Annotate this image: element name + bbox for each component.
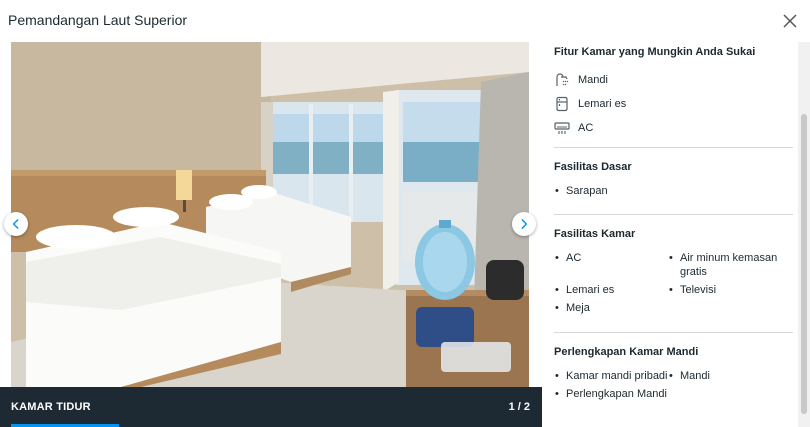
divider bbox=[554, 147, 793, 148]
list-item: Kamar mandi pribadi bbox=[554, 369, 668, 383]
bathroom-amenities-title: Perlengkapan Kamar Mandi bbox=[554, 346, 699, 358]
shower-icon bbox=[556, 73, 569, 86]
next-photo-button[interactable] bbox=[512, 212, 536, 236]
room-detail-modal: Pemandangan Laut Superior KAMAR TIDUR 1 … bbox=[0, 0, 810, 427]
feature-item-fridge: Lemari es bbox=[554, 92, 793, 116]
room-facilities-title: Fasilitas Kamar bbox=[554, 228, 636, 240]
prev-photo-button[interactable] bbox=[4, 212, 28, 236]
list-item: AC bbox=[554, 251, 668, 279]
chevron-right-icon bbox=[521, 219, 528, 229]
features-section: Fitur Kamar yang Mungkin Anda Sukai Mand… bbox=[554, 46, 793, 140]
feature-label: Mandi bbox=[578, 74, 608, 86]
modal-title: Pemandangan Laut Superior bbox=[8, 12, 188, 28]
list-item: Lemari es bbox=[554, 283, 668, 297]
list-item: Meja bbox=[554, 301, 668, 315]
photo-caption-bar: KAMAR TIDUR 1 / 2 bbox=[0, 387, 542, 427]
list-item: Perlengkapan Mandi bbox=[554, 387, 668, 401]
room-facilities-list: AC Air minum kemasan gratis Lemari es Te… bbox=[554, 251, 793, 315]
photo-caption: KAMAR TIDUR bbox=[11, 401, 91, 413]
basic-facilities-list: Sarapan bbox=[554, 184, 793, 198]
basic-facilities-section: Fasilitas Dasar Sarapan bbox=[554, 161, 793, 198]
photo-gallery: KAMAR TIDUR 1 / 2 bbox=[0, 42, 542, 427]
scrollbar-thumb[interactable] bbox=[801, 114, 807, 414]
list-item: Sarapan bbox=[554, 184, 793, 198]
bathroom-amenities-section: Perlengkapan Kamar Mandi Kamar mandi pri… bbox=[554, 346, 793, 401]
features-title: Fitur Kamar yang Mungkin Anda Sukai bbox=[554, 46, 756, 58]
list-item: Mandi bbox=[668, 369, 793, 383]
close-icon[interactable] bbox=[780, 11, 800, 31]
feature-item-ac: AC bbox=[554, 116, 793, 140]
chevron-left-icon bbox=[12, 219, 19, 229]
details-scrollbar[interactable] bbox=[798, 42, 810, 427]
feature-item-shower: Mandi bbox=[554, 68, 793, 92]
list-item: Televisi bbox=[668, 283, 793, 297]
room-facilities-section: Fasilitas Kamar AC Air minum kemasan gra… bbox=[554, 228, 793, 315]
photo-counter: 1 / 2 bbox=[508, 401, 530, 413]
room-details-panel: Fitur Kamar yang Mungkin Anda Sukai Mand… bbox=[542, 42, 798, 427]
divider bbox=[554, 214, 793, 215]
feature-label: Lemari es bbox=[578, 98, 627, 110]
fridge-icon bbox=[556, 96, 568, 112]
feature-label: AC bbox=[578, 122, 594, 134]
room-photo bbox=[11, 42, 529, 387]
list-item: Air minum kemasan gratis bbox=[668, 251, 793, 279]
modal-header: Pemandangan Laut Superior bbox=[0, 0, 810, 42]
ac-icon bbox=[554, 122, 570, 134]
basic-facilities-title: Fasilitas Dasar bbox=[554, 161, 632, 173]
bathroom-amenities-list: Kamar mandi pribadi Mandi Perlengkapan M… bbox=[554, 369, 793, 401]
divider bbox=[554, 332, 793, 333]
